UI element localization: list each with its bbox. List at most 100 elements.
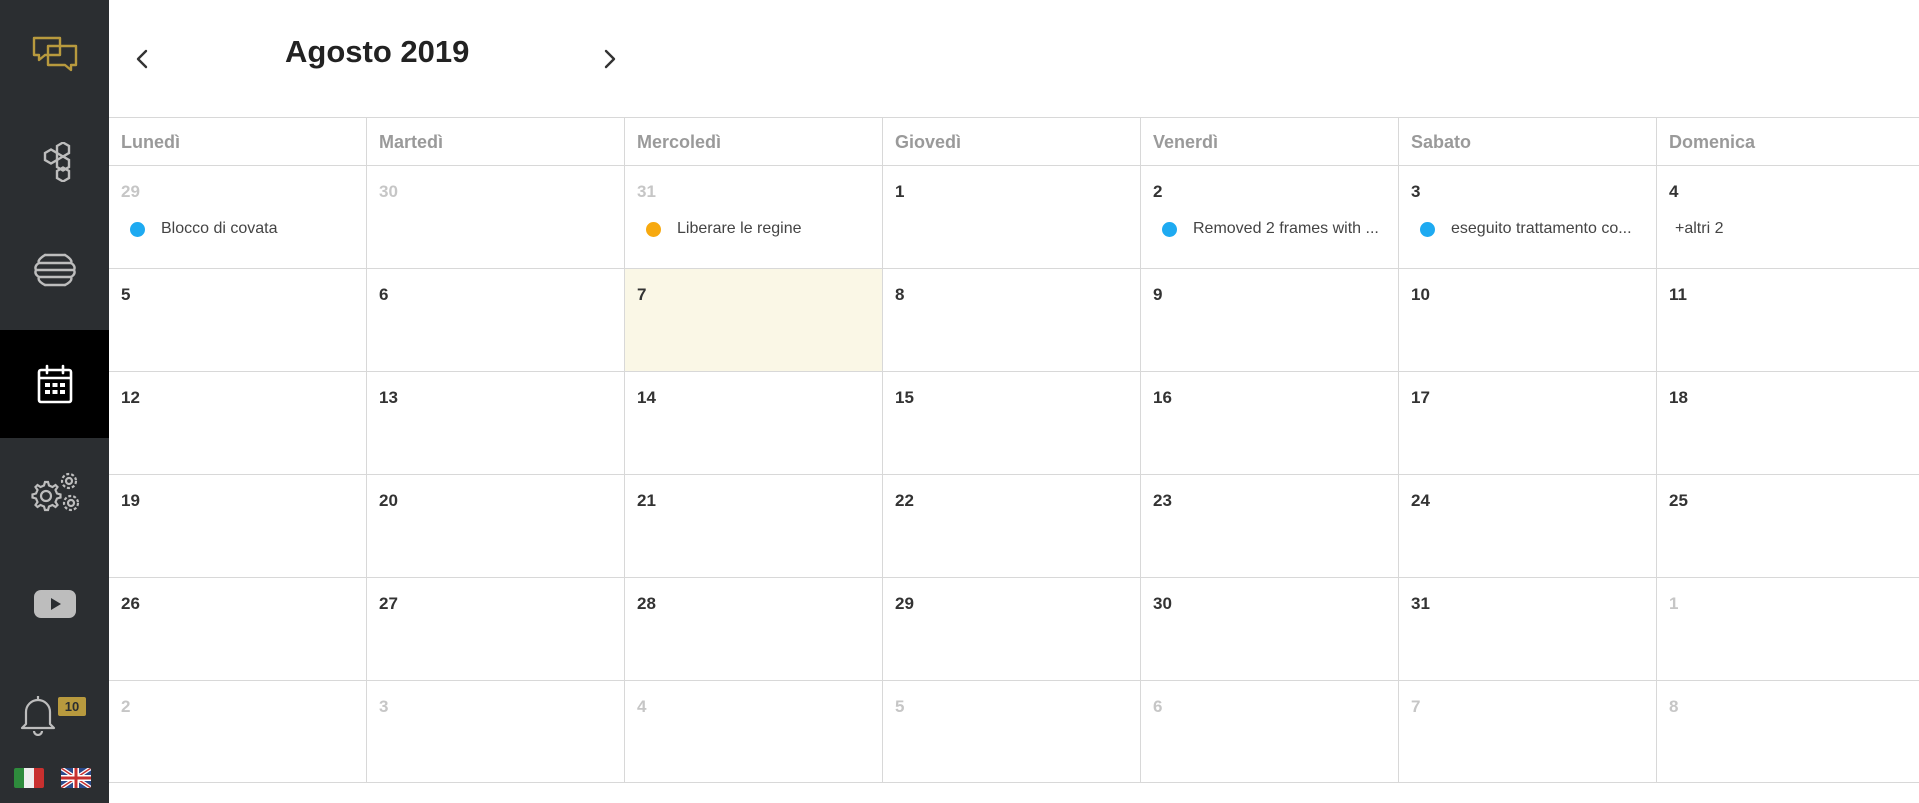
day-cell[interactable]: 13 xyxy=(367,372,625,474)
day-cell[interactable]: 25 xyxy=(1657,475,1919,577)
day-cell[interactable]: 30 xyxy=(1141,578,1399,680)
day-cell[interactable]: 2 Removed 2 frames with ... xyxy=(1141,166,1399,268)
calendar-weeks: 29 Blocco di covata 30 31 Liberare le regine… xyxy=(109,166,1919,783)
day-cell[interactable]: 24 xyxy=(1399,475,1657,577)
day-cell[interactable]: 29 Blocco di covata xyxy=(109,166,367,268)
day-number: 8 xyxy=(895,285,905,304)
day-cell[interactable]: 1 xyxy=(1657,578,1919,680)
beehive-icon xyxy=(33,253,76,287)
day-cell[interactable]: 31 xyxy=(1399,578,1657,680)
nav-item-calendar[interactable] xyxy=(0,330,109,438)
settings-icon xyxy=(30,472,79,512)
day-cell[interactable]: 19 xyxy=(109,475,367,577)
nav-item-beehive[interactable] xyxy=(0,216,109,324)
day-number: 6 xyxy=(1153,697,1163,716)
day-number: 6 xyxy=(379,285,389,304)
day-number: 30 xyxy=(379,182,398,201)
day-number: 18 xyxy=(1669,388,1688,407)
day-cell[interactable]: 6 xyxy=(367,269,625,371)
day-cell[interactable]: 5 xyxy=(109,269,367,371)
day-cell[interactable]: 1 xyxy=(883,166,1141,268)
day-number: 31 xyxy=(637,182,656,201)
day-cell[interactable]: 4 +altri 2 xyxy=(1657,166,1919,268)
day-cell[interactable]: 2 xyxy=(109,681,367,782)
calendar-event[interactable]: Removed 2 frames with ... xyxy=(1153,220,1387,238)
day-cell[interactable]: 31 Liberare le regine xyxy=(625,166,883,268)
day-cell[interactable]: 9 xyxy=(1141,269,1399,371)
weekday-label: Giovedì xyxy=(883,118,1141,165)
day-cell[interactable]: 22 xyxy=(883,475,1141,577)
nav-item-hives[interactable] xyxy=(0,108,109,216)
weekday-label: Martedì xyxy=(367,118,625,165)
day-cell[interactable]: 23 xyxy=(1141,475,1399,577)
week-row: 29 Blocco di covata 30 31 Liberare le regine… xyxy=(109,166,1919,269)
day-cell[interactable]: 8 xyxy=(883,269,1141,371)
day-number: 21 xyxy=(637,491,656,510)
day-number: 16 xyxy=(1153,388,1172,407)
day-number: 1 xyxy=(1669,594,1679,613)
day-cell[interactable]: 5 xyxy=(883,681,1141,782)
day-cell[interactable]: 17 xyxy=(1399,372,1657,474)
day-number: 12 xyxy=(121,388,140,407)
day-cell[interactable]: 11 xyxy=(1657,269,1919,371)
day-number: 22 xyxy=(895,491,914,510)
day-cell[interactable]: 15 xyxy=(883,372,1141,474)
day-cell[interactable]: 8 xyxy=(1657,681,1919,782)
day-number: 4 xyxy=(637,697,647,716)
day-number: 7 xyxy=(1411,697,1421,716)
event-label: Liberare le regine xyxy=(677,220,802,237)
day-cell[interactable]: 14 xyxy=(625,372,883,474)
day-cell[interactable]: 28 xyxy=(625,578,883,680)
day-number: 2 xyxy=(121,697,131,716)
weekday-label: Domenica xyxy=(1669,132,1756,152)
calendar-event[interactable]: Liberare le regine xyxy=(637,220,871,238)
day-cell[interactable]: 20 xyxy=(367,475,625,577)
day-cell[interactable]: 4 xyxy=(625,681,883,782)
day-cell[interactable]: 21 xyxy=(625,475,883,577)
day-cell-today[interactable]: 7 xyxy=(625,269,883,371)
day-number: 29 xyxy=(121,182,140,201)
prev-month-button[interactable] xyxy=(127,44,157,74)
day-cell[interactable]: 27 xyxy=(367,578,625,680)
event-label: Removed 2 frames with ... xyxy=(1193,220,1379,237)
day-number: 23 xyxy=(1153,491,1172,510)
day-number: 2 xyxy=(1153,182,1163,201)
nav-item-notifications[interactable] xyxy=(0,660,109,768)
day-number: 8 xyxy=(1669,697,1679,716)
uk-flag-icon[interactable] xyxy=(61,768,91,788)
calendar-event[interactable]: Blocco di covata xyxy=(121,220,355,238)
day-cell[interactable]: 16 xyxy=(1141,372,1399,474)
calendar-grid: Lunedì Martedì Mercoledì Giovedì Venerdì… xyxy=(109,117,1919,783)
nav-item-settings[interactable] xyxy=(0,440,109,548)
chat-icon xyxy=(32,36,77,72)
week-row: 26 27 28 29 30 31 1 xyxy=(109,578,1919,681)
sidebar: 10 xyxy=(0,0,109,803)
day-number: 11 xyxy=(1669,285,1687,304)
nav-item-youtube[interactable] xyxy=(0,550,109,658)
day-cell[interactable]: 18 xyxy=(1657,372,1919,474)
weekday-label: Venerdì xyxy=(1141,118,1399,165)
day-cell[interactable]: 3 xyxy=(367,681,625,782)
italian-flag-icon[interactable] xyxy=(14,768,44,788)
week-row: 5 6 7 8 9 10 11 xyxy=(109,269,1919,372)
day-cell[interactable]: 10 xyxy=(1399,269,1657,371)
notification-badge: 10 xyxy=(58,697,86,716)
more-events-link[interactable]: +altri 2 xyxy=(1675,220,1723,238)
day-cell[interactable]: 29 xyxy=(883,578,1141,680)
week-row: 19 20 21 22 23 24 25 xyxy=(109,475,1919,578)
day-number: 31 xyxy=(1411,594,1430,613)
hives-icon xyxy=(43,142,70,182)
next-month-button[interactable] xyxy=(595,44,625,74)
calendar-event[interactable]: eseguito trattamento co... xyxy=(1411,220,1645,238)
day-cell[interactable]: 12 xyxy=(109,372,367,474)
day-cell[interactable]: 3 eseguito trattamento co... xyxy=(1399,166,1657,268)
weekday-label: Lunedì xyxy=(109,118,367,165)
day-cell[interactable]: 7 xyxy=(1399,681,1657,782)
nav-item-chat[interactable] xyxy=(0,0,109,108)
week-row: 12 13 14 15 16 17 18 xyxy=(109,372,1919,475)
weekday-header-row: Lunedì Martedì Mercoledì Giovedì Venerdì… xyxy=(109,118,1919,166)
day-cell[interactable]: 30 xyxy=(367,166,625,268)
day-cell[interactable]: 26 xyxy=(109,578,367,680)
day-number: 28 xyxy=(637,594,656,613)
day-cell[interactable]: 6 xyxy=(1141,681,1399,782)
